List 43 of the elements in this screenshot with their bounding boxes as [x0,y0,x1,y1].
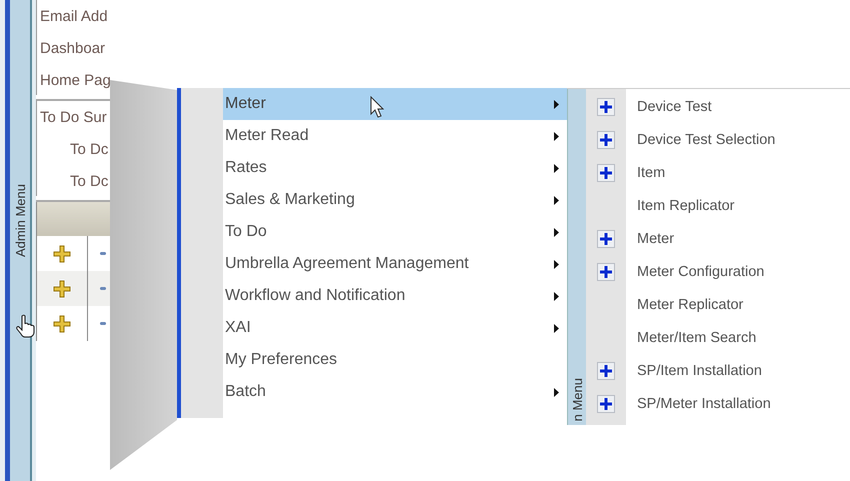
submenu-item[interactable]: Device Test Selection [637,132,776,148]
add-icon[interactable] [597,164,615,182]
submenu-item[interactable]: Device Test [637,98,712,114]
menu-item[interactable]: Umbrella Agreement Management [223,248,567,280]
add-icon[interactable] [597,262,615,280]
menu-item[interactable]: Sales & Marketing [223,184,567,216]
todo-link[interactable]: To Dc [40,141,110,158]
pointer-cursor-icon [370,96,384,118]
hand-cursor-icon [16,314,36,338]
nav-link[interactable]: Email Add [40,8,110,25]
dash-icon [100,287,106,290]
submenu-item[interactable]: SP/Meter Installation [637,396,771,412]
plus-icon[interactable] [53,244,71,262]
menu-item[interactable]: Meter Read [223,120,567,152]
menu-item[interactable]: XAI [223,312,567,344]
add-icon[interactable] [597,98,615,116]
section-heading: To Do Sur [40,109,108,126]
menu-item[interactable]: Meter [223,88,567,120]
admin-menu-tab[interactable]: Admin Menu [10,0,32,481]
menu-item[interactable]: Rates [223,152,567,184]
add-icon[interactable] [597,130,615,148]
submenu-item[interactable]: Meter Replicator [637,296,744,312]
todo-link[interactable]: To Dc [40,173,110,190]
submenu-item[interactable]: Meter [637,230,674,246]
dash-icon [100,252,106,255]
dash-icon [100,322,106,325]
submenu-item[interactable]: SP/Item Installation [637,362,762,378]
menu-item[interactable]: Workflow and Notification [223,280,567,312]
add-icon[interactable] [597,394,615,412]
add-icon[interactable] [597,362,615,380]
submenu-item[interactable]: Item Replicator [637,198,735,214]
submenu-item[interactable]: Meter Configuration [637,264,764,280]
submenu-item[interactable]: Meter/Item Search [637,330,756,346]
add-icon[interactable] [597,230,615,248]
plus-icon[interactable] [53,314,71,332]
nav-link[interactable]: Dashboar [40,40,110,57]
nav-link[interactable]: Home Pag [40,72,110,89]
menu-item[interactable]: My Preferences [223,344,567,376]
admin-menu-tab[interactable]: n Menu [567,89,586,425]
plus-icon[interactable] [53,280,71,298]
menu-item[interactable]: To Do [223,216,567,248]
submenu-item[interactable]: Item [637,164,666,180]
menu-item[interactable]: Batch [223,376,567,408]
